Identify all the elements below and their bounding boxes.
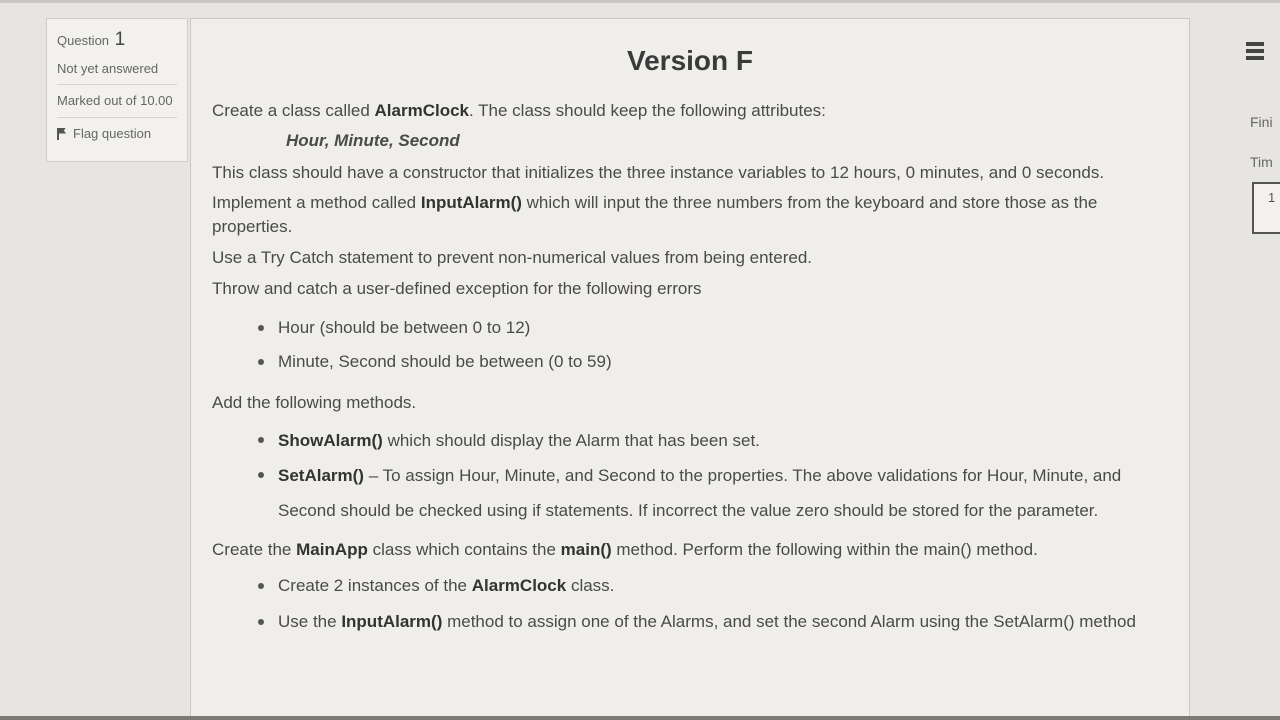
error-list: Hour (should be between 0 to 12) Minute,… bbox=[212, 311, 1162, 379]
methods-list: ShowAlarm() which should display the Ala… bbox=[212, 423, 1162, 528]
list-item: Hour (should be between 0 to 12) bbox=[258, 311, 1162, 345]
question-grade: Marked out of 10.00 bbox=[57, 93, 177, 118]
text-fragment: Create a class called bbox=[212, 101, 375, 120]
keyword: main() bbox=[560, 540, 612, 559]
keyword: MainApp bbox=[296, 540, 368, 559]
question-state: Not yet answered bbox=[57, 61, 177, 85]
main-steps-list: Create 2 instances of the AlarmClock cla… bbox=[212, 568, 1162, 640]
text-fragment: which should display the Alarm that has … bbox=[382, 431, 760, 450]
top-border bbox=[0, 0, 1280, 3]
menu-icon[interactable] bbox=[1246, 42, 1264, 60]
list-item: ShowAlarm() which should display the Ala… bbox=[258, 423, 1162, 458]
keyword: InputAlarm() bbox=[420, 193, 522, 212]
text-fragment: class which contains the bbox=[367, 540, 561, 559]
finish-attempt-label[interactable]: Fini bbox=[1250, 114, 1273, 130]
keyword: AlarmClock bbox=[374, 101, 470, 120]
flag-icon bbox=[57, 127, 67, 140]
paragraph-add-methods: Add the following methods. bbox=[212, 393, 417, 412]
bottom-border bbox=[0, 716, 1280, 720]
flag-question-label: Flag question bbox=[73, 126, 152, 141]
question-info-panel: Question 1 Not yet answered Marked out o… bbox=[46, 18, 188, 162]
keyword: SetAlarm() bbox=[278, 466, 364, 485]
text-fragment: Create 2 instances of the bbox=[278, 576, 472, 595]
question-text: Create a class called AlarmClock. The cl… bbox=[212, 99, 1162, 640]
text-fragment: Use the bbox=[278, 612, 342, 631]
list-item: SetAlarm() – To assign Hour, Minute, and… bbox=[258, 458, 1162, 528]
time-left-label: Tim bbox=[1250, 154, 1273, 170]
text-fragment: . The class should keep the following at… bbox=[469, 101, 826, 120]
text-fragment: – To assign Hour, Minute, and Second to … bbox=[278, 466, 1122, 520]
question-number-value: 1 bbox=[114, 29, 126, 50]
question-label: Question bbox=[57, 33, 110, 48]
flag-question-link[interactable]: Flag question bbox=[57, 126, 177, 141]
version-title: Version F bbox=[626, 45, 754, 76]
question-number: Question 1 bbox=[57, 29, 177, 51]
paragraph-try-catch: Use a Try Catch statement to prevent non… bbox=[212, 248, 813, 267]
keyword: InputAlarm() bbox=[341, 612, 443, 631]
list-item: Create 2 instances of the AlarmClock cla… bbox=[258, 568, 1162, 604]
question-nav-button[interactable]: 1 bbox=[1252, 182, 1280, 234]
keyword: ShowAlarm() bbox=[278, 431, 383, 450]
keyword: AlarmClock bbox=[471, 576, 567, 595]
paragraph-main-app: Create the MainApp class which contains … bbox=[212, 538, 1162, 562]
paragraph-input-alarm: Implement a method called InputAlarm() w… bbox=[212, 191, 1162, 239]
paragraph-constructor: This class should have a constructor tha… bbox=[212, 163, 1105, 182]
list-item: Minute, Second should be between (0 to 5… bbox=[258, 345, 1162, 379]
text-fragment: Create the bbox=[212, 540, 297, 559]
attributes-list: Hour, Minute, Second bbox=[286, 131, 460, 150]
question-content: Version F Create a class called AlarmClo… bbox=[190, 18, 1190, 720]
paragraph-exception: Throw and catch a user-defined exception… bbox=[212, 279, 702, 298]
text-fragment: class. bbox=[566, 576, 615, 595]
text-fragment: Implement a method called bbox=[212, 193, 421, 212]
text-fragment: method to assign one of the Alarms, and … bbox=[442, 612, 1136, 631]
paragraph-class-intro: Create a class called AlarmClock. The cl… bbox=[212, 99, 1162, 123]
quiz-navigation-strip: Fini Tim 1 bbox=[1238, 0, 1280, 720]
list-item: Use the InputAlarm() method to assign on… bbox=[258, 604, 1162, 640]
text-fragment: method. Perform the following within the… bbox=[611, 540, 1038, 559]
